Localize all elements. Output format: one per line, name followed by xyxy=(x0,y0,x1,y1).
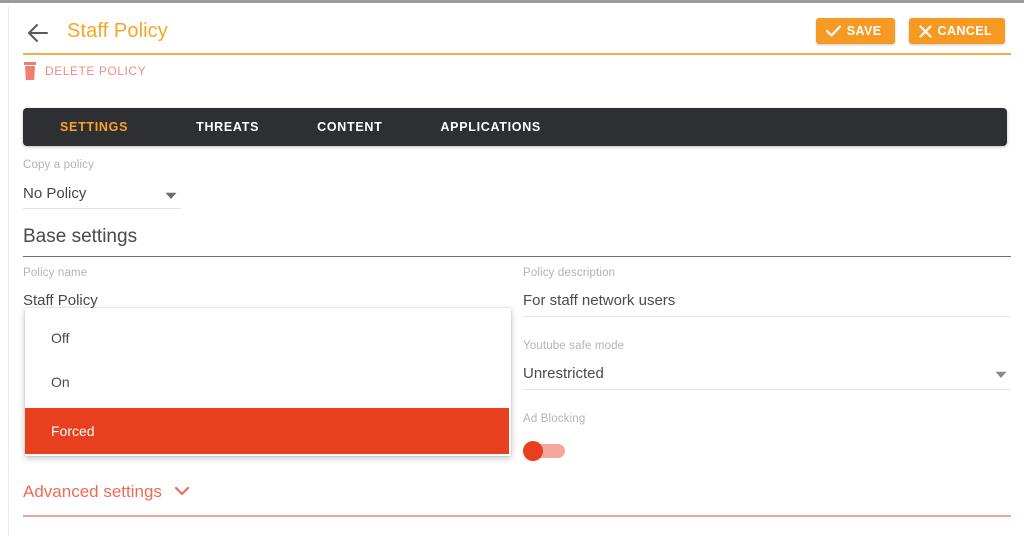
header-divider xyxy=(23,53,1011,55)
policy-description-value: For staff network users xyxy=(523,292,676,309)
copy-policy-field: Copy a policy No Policy xyxy=(23,158,181,209)
page-header: Staff Policy SAVE CANCEL xyxy=(23,16,1011,52)
policy-description-field: Policy description For staff network use… xyxy=(523,266,1011,317)
copy-policy-label: Copy a policy xyxy=(23,159,94,171)
dropdown-option-on[interactable]: On xyxy=(25,360,511,404)
save-button[interactable]: SAVE xyxy=(815,18,895,44)
page-title: Staff Policy xyxy=(67,20,168,42)
youtube-safe-mode-label: Youtube safe mode xyxy=(523,340,625,352)
tab-settings[interactable]: SETTINGS xyxy=(60,120,128,134)
ad-blocking-label: Ad Blocking xyxy=(523,413,586,425)
chevron-down-icon xyxy=(174,486,190,496)
copy-policy-select[interactable]: No Policy xyxy=(23,183,181,209)
policy-mode-dropdown: Off On Forced xyxy=(25,308,511,456)
header-actions: SAVE CANCEL xyxy=(815,18,1005,44)
ad-blocking-field: Ad Blocking xyxy=(523,412,1011,461)
youtube-safe-mode-value: Unrestricted xyxy=(523,365,604,382)
base-settings-right-column: Policy description For staff network use… xyxy=(523,266,1011,461)
tab-threats[interactable]: THREATS xyxy=(196,120,259,134)
tab-applications[interactable]: APPLICATIONS xyxy=(440,120,541,134)
tab-content[interactable]: CONTENT xyxy=(317,120,382,134)
cancel-button-label: CANCEL xyxy=(937,24,992,38)
tab-bar: SETTINGS THREATS CONTENT APPLICATIONS xyxy=(23,108,1007,146)
chevron-down-icon xyxy=(165,192,177,200)
policy-editor-page: Staff Policy SAVE CANCEL DELETE POLICY S… xyxy=(8,6,1024,536)
youtube-safe-mode-field: Youtube safe mode Unrestricted xyxy=(523,339,1011,390)
advanced-settings-divider xyxy=(23,515,1011,517)
check-icon xyxy=(825,25,841,37)
youtube-safe-mode-select[interactable]: Unrestricted xyxy=(523,362,1011,390)
policy-name-value: Staff Policy xyxy=(23,292,98,309)
policy-description-label: Policy description xyxy=(523,267,616,279)
close-icon xyxy=(918,24,932,38)
advanced-settings-toggle[interactable]: Advanced settings xyxy=(23,480,1011,504)
trash-icon xyxy=(23,62,37,80)
delete-policy-button[interactable]: DELETE POLICY xyxy=(23,62,146,80)
cancel-button[interactable]: CANCEL xyxy=(908,18,1005,44)
save-button-label: SAVE xyxy=(846,24,882,38)
dropdown-option-forced[interactable]: Forced xyxy=(25,408,509,454)
copy-policy-value: No Policy xyxy=(23,185,87,202)
advanced-settings-label: Advanced settings xyxy=(23,482,162,501)
ad-blocking-toggle[interactable] xyxy=(523,441,567,461)
base-settings-divider xyxy=(23,256,1011,257)
ad-blocking-toggle-knob xyxy=(523,441,543,461)
policy-description-input[interactable]: For staff network users xyxy=(523,289,1011,317)
policy-name-label: Policy name xyxy=(23,267,88,279)
base-settings-heading: Base settings xyxy=(23,226,138,247)
back-arrow-icon[interactable] xyxy=(25,20,51,46)
chevron-down-icon xyxy=(995,371,1007,379)
dropdown-option-off[interactable]: Off xyxy=(25,316,511,360)
delete-policy-label: DELETE POLICY xyxy=(45,64,147,78)
